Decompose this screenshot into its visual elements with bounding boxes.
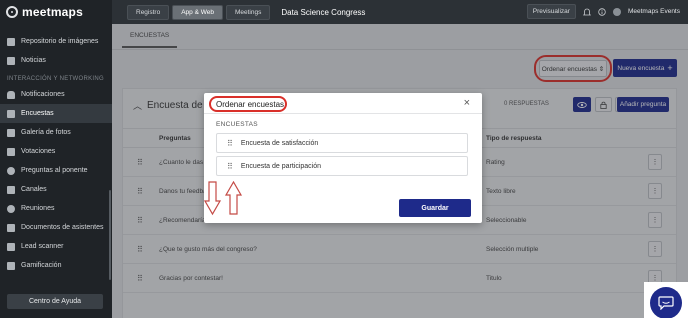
bell-icon bbox=[7, 90, 15, 99]
save-button[interactable]: Guardar bbox=[399, 199, 471, 217]
help-center-button[interactable]: Centro de Ayuda bbox=[7, 294, 103, 309]
up-down-arrows-icon bbox=[204, 181, 243, 216]
event-title: Data Science Congress bbox=[281, 7, 366, 17]
user-name[interactable]: Meetmaps Events bbox=[628, 8, 680, 15]
sidebar-item-label: Galería de fotos bbox=[21, 129, 71, 136]
sidebar-item-repositorio[interactable]: Repositorio de imágenes bbox=[0, 32, 112, 51]
sidebar-item-lead-scanner[interactable]: Lead scanner bbox=[0, 237, 112, 256]
sidebar-scrollbar[interactable] bbox=[109, 190, 111, 280]
sidebar-section-label: INTERACCIÓN Y NETWORKING bbox=[7, 76, 104, 82]
sidebar-item-label: Noticias bbox=[21, 57, 46, 64]
tab-meetings[interactable]: Meetings bbox=[225, 4, 271, 20]
sidebar-item-label: Gamificación bbox=[21, 262, 62, 269]
modal-section-label: ENCUESTAS bbox=[216, 121, 258, 128]
trophy-icon bbox=[7, 261, 15, 270]
sidebar-item-label: Lead scanner bbox=[21, 243, 64, 250]
sidebar: meetmaps Repositorio de imágenes Noticia… bbox=[0, 0, 112, 318]
topbar-right: Previsualizar Meetmaps Events bbox=[526, 4, 680, 19]
sidebar-item-galeria[interactable]: Galería de fotos bbox=[0, 123, 112, 142]
survey-item-label: Encuesta de satisfacción bbox=[240, 139, 319, 147]
sidebar-item-noticias[interactable]: Noticias bbox=[0, 51, 112, 70]
avatar[interactable] bbox=[612, 7, 621, 16]
meeting-icon bbox=[7, 204, 15, 213]
chat-button[interactable] bbox=[650, 287, 682, 318]
sidebar-item-gamificacion[interactable]: Gamificación bbox=[0, 256, 112, 275]
sidebar-item-canales[interactable]: Canales bbox=[0, 180, 112, 199]
survey-item-label: Encuesta de participación bbox=[240, 162, 322, 170]
bell-icon[interactable] bbox=[583, 8, 591, 16]
chat-icon bbox=[658, 296, 674, 310]
info-icon[interactable] bbox=[598, 7, 606, 16]
sidebar-item-label: Preguntas al ponente bbox=[21, 167, 88, 174]
logo-text: meetmaps bbox=[22, 5, 83, 19]
channel-icon bbox=[7, 185, 15, 194]
sortable-survey-item[interactable]: ⠿ Encuesta de participación bbox=[216, 156, 468, 176]
list-icon bbox=[7, 109, 15, 118]
sidebar-item-label: Repositorio de imágenes bbox=[21, 38, 99, 45]
sidebar-item-notificaciones[interactable]: Notificaciones bbox=[0, 85, 112, 104]
tab-app-web[interactable]: App & Web bbox=[172, 4, 223, 20]
sidebar-item-encuestas[interactable]: Encuestas bbox=[0, 104, 112, 123]
image-icon bbox=[7, 128, 15, 137]
sidebar-item-label: Notificaciones bbox=[21, 91, 65, 98]
sidebar-item-label: Canales bbox=[21, 186, 47, 193]
divider bbox=[204, 113, 482, 114]
highlight-annotation bbox=[209, 96, 287, 112]
sidebar-item-label: Documentos de asistentes bbox=[21, 224, 104, 231]
drag-handle-icon[interactable]: ⠿ bbox=[227, 139, 233, 148]
sidebar-item-documentos[interactable]: Documentos de asistentes bbox=[0, 218, 112, 237]
news-icon bbox=[7, 56, 15, 65]
document-icon bbox=[7, 223, 15, 232]
sortable-survey-item[interactable]: ⠿ Encuesta de satisfacción bbox=[216, 133, 468, 153]
scanner-icon bbox=[7, 242, 15, 251]
chat-icon bbox=[7, 166, 15, 175]
folder-icon bbox=[7, 37, 15, 46]
sidebar-item-label: Encuestas bbox=[21, 110, 54, 117]
sidebar-item-reuniones[interactable]: Reuniones bbox=[0, 199, 112, 218]
sidebar-item-label: Reuniones bbox=[21, 205, 55, 212]
tab-registro[interactable]: Registro bbox=[127, 4, 170, 20]
preview-button[interactable]: Previsualizar bbox=[526, 4, 576, 19]
sidebar-item-preguntas[interactable]: Preguntas al ponente bbox=[0, 161, 112, 180]
vote-icon bbox=[7, 147, 15, 156]
drag-handle-icon[interactable]: ⠿ bbox=[227, 162, 233, 171]
logo[interactable]: meetmaps bbox=[0, 0, 112, 24]
close-icon[interactable]: × bbox=[464, 97, 470, 109]
sidebar-item-votaciones[interactable]: Votaciones bbox=[0, 142, 112, 161]
topbar: Registro App & Web Meetings Data Science… bbox=[112, 0, 688, 24]
order-surveys-modal: Ordenar encuestas × ENCUESTAS ⠿ Encuesta… bbox=[204, 93, 482, 223]
logo-icon bbox=[6, 6, 18, 18]
sidebar-item-label: Votaciones bbox=[21, 148, 56, 155]
